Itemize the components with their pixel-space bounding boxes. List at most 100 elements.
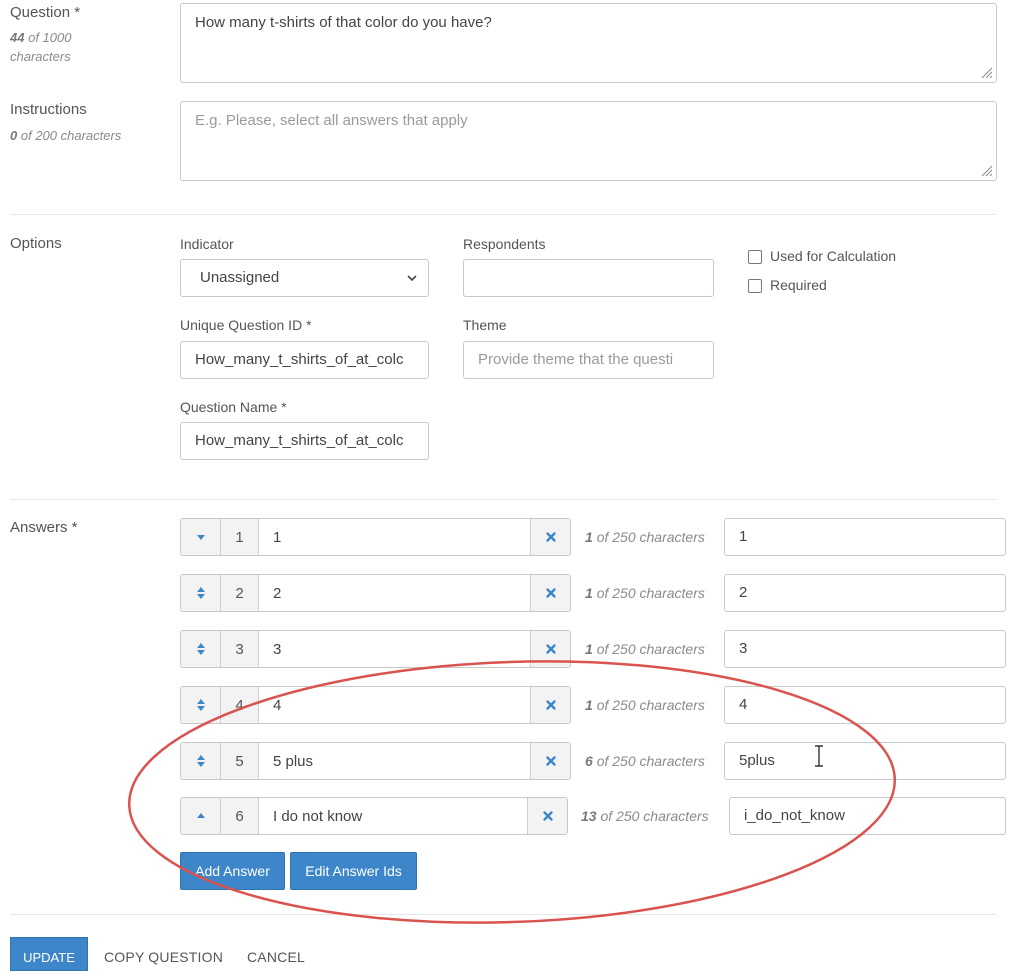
answer-text-input[interactable]: 3: [259, 631, 530, 667]
answer-char-count-suffix: of 250 characters: [596, 641, 705, 657]
divider: [10, 914, 996, 915]
sort-down-button[interactable]: [181, 519, 221, 555]
resize-grip-icon[interactable]: [979, 163, 993, 177]
answer-char-counter: 1 of 250 characters: [585, 697, 705, 713]
answer-char-count-suffix: of 250 characters: [596, 697, 705, 713]
answer-char-count: 13: [581, 808, 597, 824]
answer-text-input[interactable]: 5 plus: [259, 743, 530, 779]
answer-number: 3: [221, 631, 259, 667]
answer-char-counter: 1 of 250 characters: [585, 641, 705, 657]
answer-text-input[interactable]: 1: [259, 519, 530, 555]
answer-char-count: 1: [585, 697, 593, 713]
sort-arrows-icon: [196, 643, 205, 655]
resize-grip-icon[interactable]: [979, 65, 993, 79]
question-name-input[interactable]: How_many_t_shirts_of_at_colc: [180, 422, 429, 460]
question-value: How many t-shirts of that color do you h…: [195, 14, 492, 31]
sort-up-button[interactable]: [181, 798, 221, 834]
answer-char-count: 6: [585, 753, 593, 769]
respondents-label: Respondents: [463, 236, 546, 252]
instructions-char-count: 0: [10, 128, 18, 143]
answer-id-input[interactable]: 3: [724, 630, 1006, 668]
answer-text-input[interactable]: 4: [259, 687, 530, 723]
answer-id-input[interactable]: 4: [724, 686, 1006, 724]
theme-label: Theme: [463, 317, 507, 333]
close-x-icon: [545, 588, 556, 598]
question-label: Question *: [10, 4, 81, 21]
divider: [10, 499, 996, 500]
instructions-char-count-rest: of 200 characters: [20, 128, 122, 143]
answer-char-count: 1: [585, 641, 593, 657]
unique-question-id-input[interactable]: How_many_t_shirts_of_at_colc: [180, 341, 429, 379]
answer-number: 5: [221, 743, 259, 779]
instructions-placeholder: E.g. Please, select all answers that app…: [195, 112, 468, 129]
delete-answer-button[interactable]: [530, 631, 570, 667]
instructions-char-counter: 0 of 200 characters: [10, 126, 121, 145]
answer-number: 1: [221, 519, 259, 555]
delete-answer-button[interactable]: [530, 743, 570, 779]
required-label[interactable]: Required: [770, 277, 827, 293]
answer-row: 4 4: [180, 686, 571, 724]
question-textarea[interactable]: How many t-shirts of that color do you h…: [180, 3, 997, 83]
sort-arrows-icon: [196, 699, 205, 711]
question-name-label: Question Name *: [180, 399, 287, 415]
answer-char-counter: 1 of 250 characters: [585, 529, 705, 545]
sort-up-icon: [196, 813, 205, 818]
close-x-icon: [545, 756, 556, 766]
respondents-input[interactable]: [463, 259, 714, 297]
indicator-selected-value: Unassigned: [200, 269, 280, 286]
add-answer-button[interactable]: Add Answer: [180, 852, 285, 890]
delete-answer-button[interactable]: [530, 575, 570, 611]
answer-char-count: 1: [585, 529, 593, 545]
indicator-label: Indicator: [180, 236, 234, 252]
answer-id-input[interactable]: 5plus: [724, 742, 1006, 780]
sort-arrows-icon: [196, 755, 205, 767]
answer-char-counter: 13 of 250 characters: [581, 808, 709, 824]
sort-down-icon: [196, 535, 205, 540]
instructions-textarea[interactable]: E.g. Please, select all answers that app…: [180, 101, 997, 181]
close-x-icon: [542, 811, 553, 821]
answer-row: 2 2: [180, 574, 571, 612]
indicator-select[interactable]: Unassigned: [180, 259, 429, 297]
answer-id-input[interactable]: 1: [724, 518, 1006, 556]
edit-answer-ids-button[interactable]: Edit Answer Ids: [290, 852, 417, 890]
copy-question-button[interactable]: COPY QUESTION: [104, 949, 223, 965]
close-x-icon: [545, 700, 556, 710]
answer-char-count-suffix: of 250 characters: [596, 753, 705, 769]
question-char-count-line2: characters: [10, 49, 71, 64]
theme-input[interactable]: Provide theme that the questi: [463, 341, 714, 379]
chevron-down-icon: [407, 275, 417, 282]
delete-answer-button[interactable]: [530, 519, 570, 555]
required-checkbox[interactable]: [748, 279, 762, 293]
sort-arrows-button[interactable]: [181, 575, 221, 611]
answer-id-input[interactable]: 2: [724, 574, 1006, 612]
delete-answer-button[interactable]: [530, 687, 570, 723]
answer-number: 6: [221, 798, 259, 834]
answer-char-count: 1: [585, 585, 593, 601]
question-char-count-rest: of 1000: [28, 30, 72, 45]
close-x-icon: [545, 532, 556, 542]
answer-char-count-suffix: of 250 characters: [600, 808, 709, 824]
delete-answer-button[interactable]: [527, 798, 567, 834]
sort-arrows-button[interactable]: [181, 743, 221, 779]
answer-text-input[interactable]: 2: [259, 575, 530, 611]
options-label: Options: [10, 235, 62, 252]
answer-row: 5 5 plus: [180, 742, 571, 780]
answers-label: Answers *: [10, 519, 78, 536]
used-for-calculation-label[interactable]: Used for Calculation: [770, 248, 896, 264]
unique-question-id-label: Unique Question ID *: [180, 317, 312, 333]
answer-text-input[interactable]: I do not know: [259, 798, 527, 834]
used-for-calculation-checkbox[interactable]: [748, 250, 762, 264]
answer-char-counter: 6 of 250 characters: [585, 753, 705, 769]
sort-arrows-icon: [196, 587, 205, 599]
answer-id-input[interactable]: i_do_not_know: [729, 797, 1006, 835]
cancel-button[interactable]: CANCEL: [247, 949, 305, 965]
answer-number: 4: [221, 687, 259, 723]
text-cursor-icon: [815, 745, 823, 767]
answer-row: 1 1: [180, 518, 571, 556]
sort-arrows-button[interactable]: [181, 631, 221, 667]
answer-char-count-suffix: of 250 characters: [596, 585, 705, 601]
answer-row: 6 I do not know: [180, 797, 568, 835]
sort-arrows-button[interactable]: [181, 687, 221, 723]
answer-number: 2: [221, 575, 259, 611]
question-char-counter: 44 of 1000 characters: [10, 28, 71, 66]
